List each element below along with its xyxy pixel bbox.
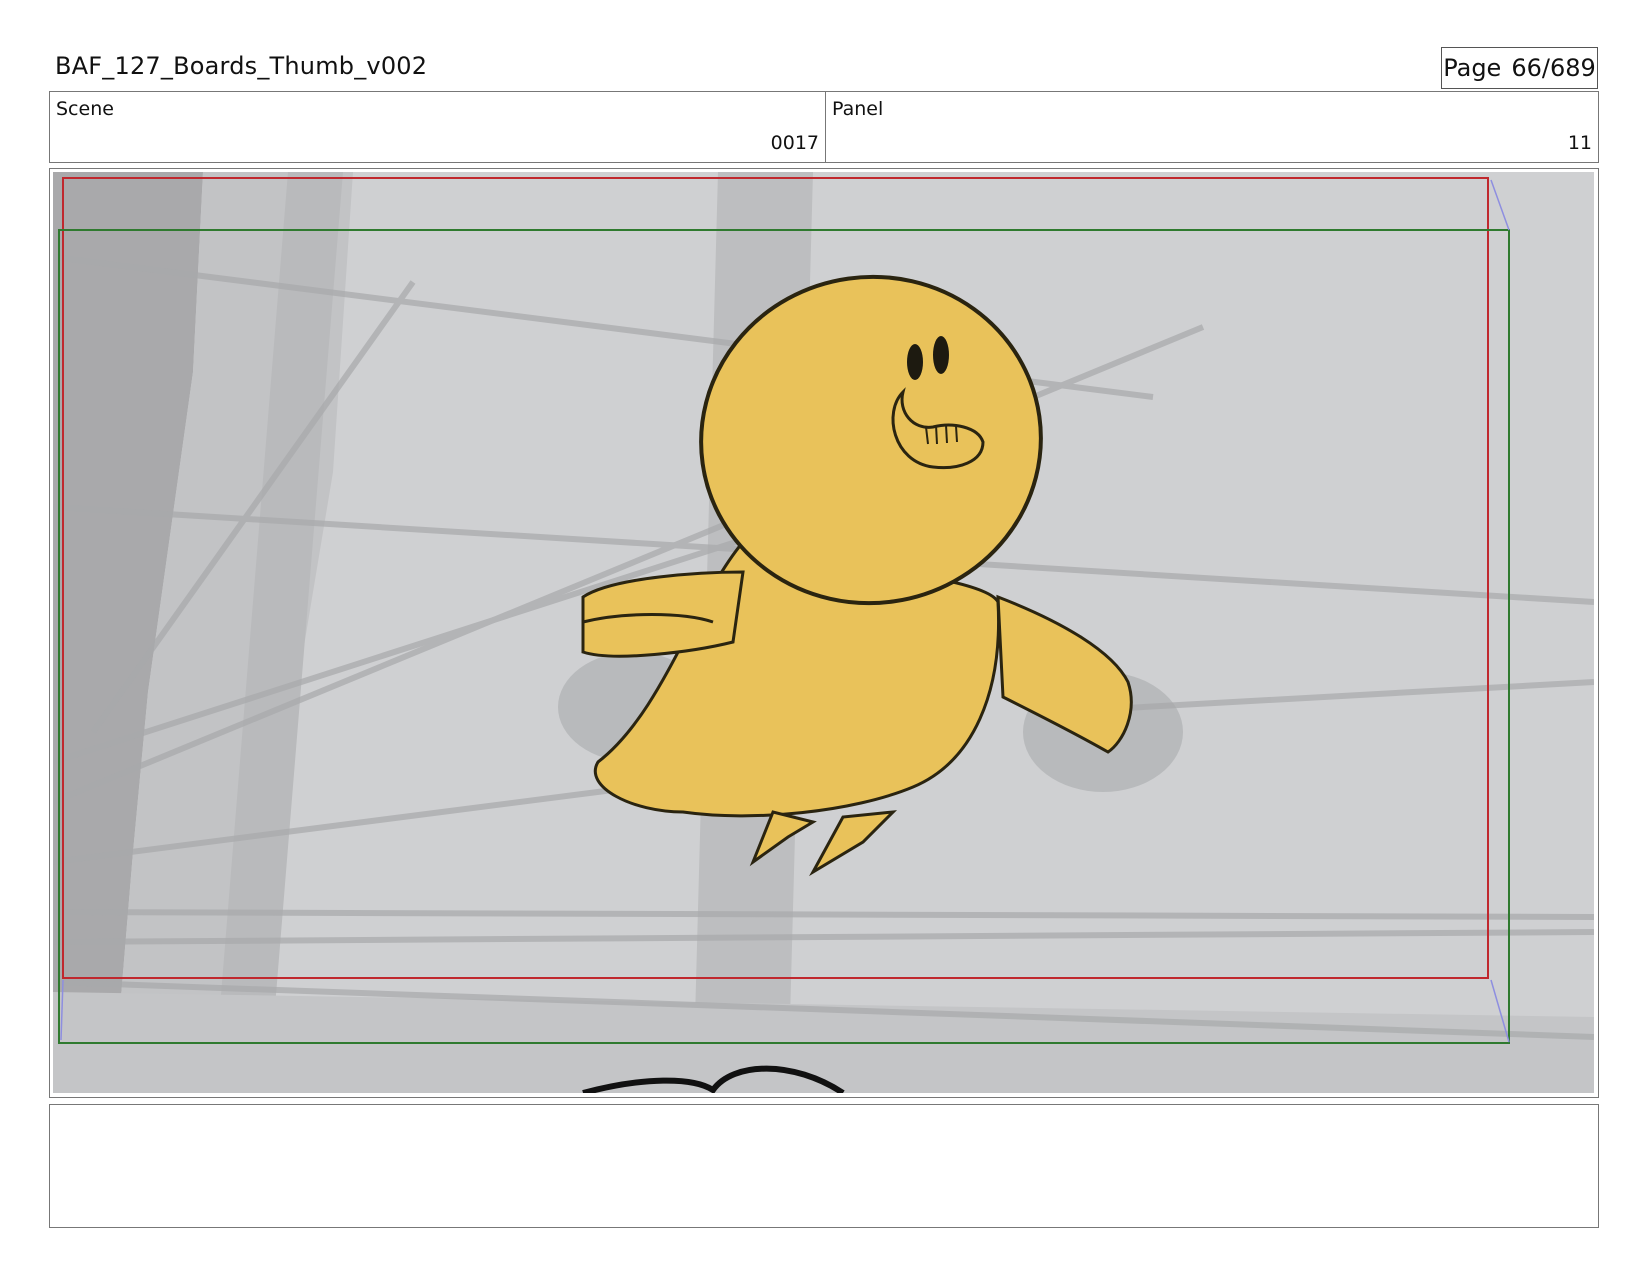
storyboard-frame — [49, 168, 1599, 1098]
bird-eye-right — [933, 336, 949, 374]
scene-label: Scene — [56, 98, 114, 120]
panel-label: Panel — [832, 98, 884, 120]
doc-title: BAF_127_Boards_Thumb_v002 — [55, 52, 428, 80]
tooth — [935, 424, 938, 445]
info-row: Scene 0017 Panel 11 — [49, 91, 1599, 163]
scene-cell: Scene 0017 — [50, 92, 826, 162]
storyboard-drawing — [53, 172, 1594, 1093]
panel-cell: Panel 11 — [826, 92, 1598, 162]
page-indicator: Page 66/689 — [1441, 47, 1598, 89]
scene-value: 0017 — [770, 132, 819, 154]
notes-box — [49, 1104, 1599, 1228]
tooth — [955, 425, 958, 443]
tooth — [945, 424, 948, 444]
page-number: 66/689 — [1511, 54, 1596, 82]
panel-value: 11 — [1567, 132, 1592, 154]
page-label: Page — [1443, 54, 1502, 82]
bird-eye-left — [907, 344, 923, 380]
